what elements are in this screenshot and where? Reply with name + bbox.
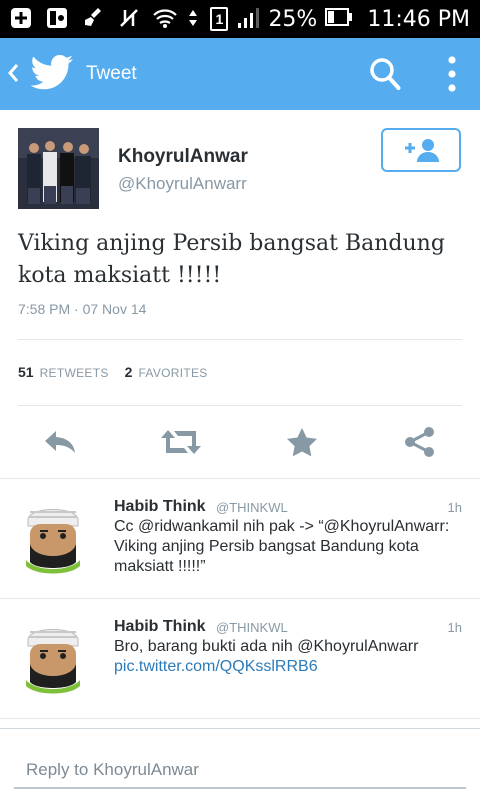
reply-button[interactable]	[42, 426, 78, 458]
retweet-icon	[161, 430, 201, 454]
chevron-left-icon	[8, 64, 19, 82]
favorites-count[interactable]: 2	[125, 364, 133, 380]
battery-icon	[325, 7, 353, 32]
overflow-menu-button[interactable]	[442, 54, 462, 94]
status-bar: 1 25% 11:46 PM	[0, 0, 480, 38]
reply-text-body: Bro, barang bukti ada nih @KhoyrulAnwarr	[114, 638, 419, 655]
divider	[0, 598, 480, 599]
reply-author-handle[interactable]: @THINKWL	[216, 500, 288, 515]
share-button[interactable]	[402, 426, 438, 458]
data-transfer-icon	[188, 6, 198, 30]
tweet-text: Viking anjing Persib bangsat Bandung kot…	[18, 231, 445, 288]
add-notification-icon	[8, 6, 34, 30]
reply-text: Cc @ridwankamil nih pak -> “@KhoyrulAnwa…	[114, 518, 450, 575]
reply-author-name[interactable]: Habib Think	[114, 618, 206, 636]
search-button[interactable]	[368, 56, 402, 92]
back-button[interactable]	[6, 62, 22, 86]
reply-composer	[0, 728, 480, 800]
reply-item[interactable]: Habib Think @THINKWL 1h Cc @ridwankamil …	[0, 480, 480, 600]
photo-notification-icon	[44, 6, 70, 30]
author-avatar[interactable]	[18, 128, 99, 209]
cleaner-icon	[80, 6, 106, 30]
divider	[18, 405, 462, 406]
overflow-menu-icon	[448, 56, 456, 92]
sim-slot-number: 1	[215, 11, 224, 27]
clock: 11:46 PM	[367, 6, 470, 32]
reply-text: Bro, barang bukti ada nih @KhoyrulAnwarr…	[114, 637, 454, 677]
star-icon	[287, 428, 317, 457]
reply-time: 1h	[447, 500, 462, 515]
reply-time: 1h	[447, 620, 462, 635]
reply-media-link[interactable]: pic.twitter.com/QQKsslRRB6	[114, 657, 454, 677]
author-screen-name[interactable]: @KhoyrulAnwarr	[118, 174, 247, 194]
signal-icon	[236, 5, 260, 34]
twitter-bird-icon[interactable]	[30, 54, 74, 94]
search-icon	[370, 58, 401, 90]
divider	[18, 339, 462, 340]
reply-avatar[interactable]	[18, 618, 88, 698]
wifi-icon	[152, 6, 178, 30]
retweets-count[interactable]: 51	[18, 364, 34, 380]
reply-input[interactable]	[14, 753, 466, 789]
reply-icon	[45, 431, 75, 453]
retweets-label[interactable]: RETWEETS	[40, 366, 109, 380]
sim-slot-icon: 1	[210, 7, 229, 31]
action-bar: Tweet	[0, 38, 480, 110]
battery-percent: 25%	[268, 6, 318, 32]
tweet-stats: 51 RETWEETS 2 FAVORITES	[18, 364, 224, 380]
no-data-icon	[116, 6, 142, 30]
favorite-button[interactable]	[284, 426, 320, 458]
follow-button[interactable]	[381, 128, 461, 172]
tweet-timestamp: 7:58 PM · 07 Nov 14	[18, 301, 147, 317]
divider	[0, 718, 480, 719]
page-title: Tweet	[86, 63, 137, 84]
add-user-icon	[405, 139, 439, 162]
reply-author-name[interactable]: Habib Think	[114, 498, 206, 516]
divider	[0, 478, 480, 479]
share-icon	[405, 427, 434, 457]
reply-author-handle[interactable]: @THINKWL	[216, 620, 288, 635]
favorites-label[interactable]: FAVORITES	[138, 366, 207, 380]
reply-avatar[interactable]	[18, 498, 88, 578]
reply-item[interactable]: Habib Think @THINKWL 1h Bro, barang bukt…	[0, 600, 480, 720]
retweet-button[interactable]	[160, 426, 202, 458]
author-display-name[interactable]: KhoyrulAnwar	[118, 146, 248, 168]
tweet-actions	[0, 412, 480, 476]
